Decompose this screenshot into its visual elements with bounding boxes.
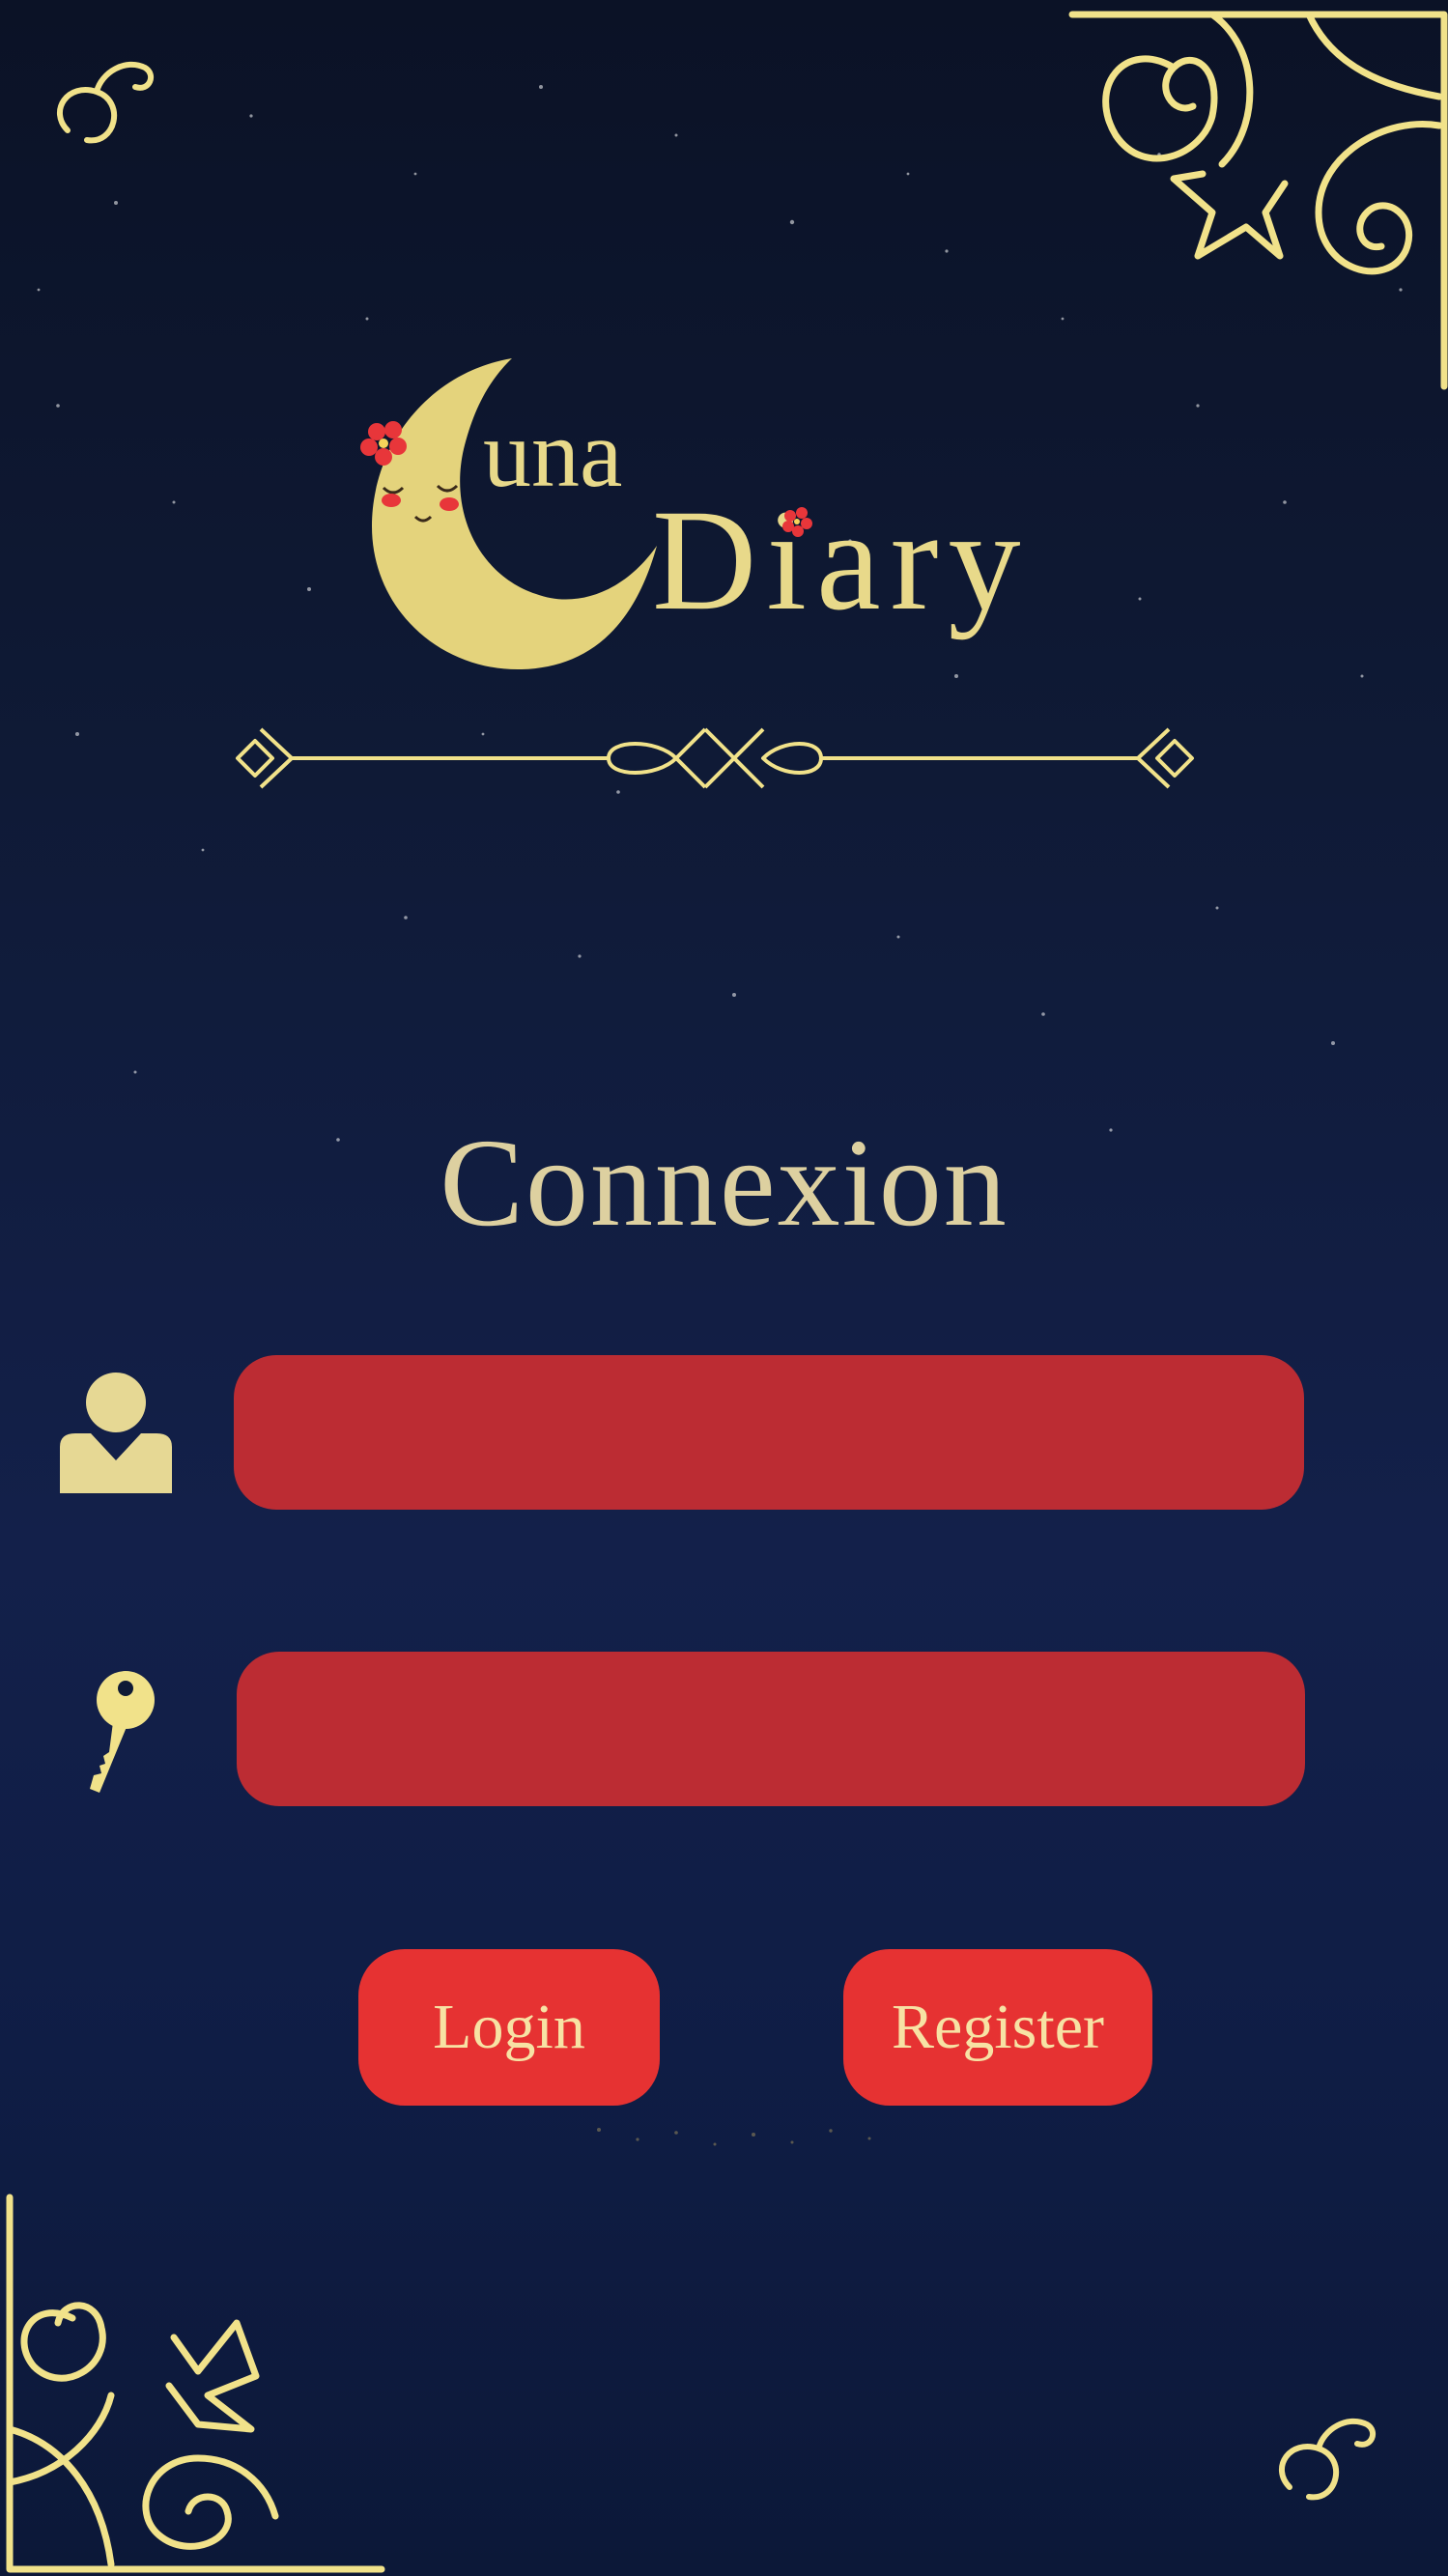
swirl-ornament-icon bbox=[57, 61, 155, 144]
decorative-divider bbox=[236, 727, 1194, 789]
flower-icon bbox=[782, 507, 812, 537]
login-button[interactable]: Login bbox=[358, 1949, 660, 2106]
password-input[interactable] bbox=[237, 1652, 1305, 1806]
corner-ornament-bottom-left bbox=[6, 2194, 385, 2573]
key-icon bbox=[90, 1671, 155, 1793]
logo-text-line1: una bbox=[483, 400, 623, 507]
page-title: Connexion bbox=[440, 1114, 1008, 1253]
corner-ornament-top-right bbox=[1068, 11, 1448, 390]
username-input[interactable] bbox=[234, 1355, 1304, 1510]
swirl-ornament-icon bbox=[1279, 2418, 1377, 2501]
user-icon bbox=[60, 1373, 172, 1493]
logo-text-line2: Diary bbox=[652, 480, 1031, 640]
register-button[interactable]: Register bbox=[843, 1949, 1152, 2106]
